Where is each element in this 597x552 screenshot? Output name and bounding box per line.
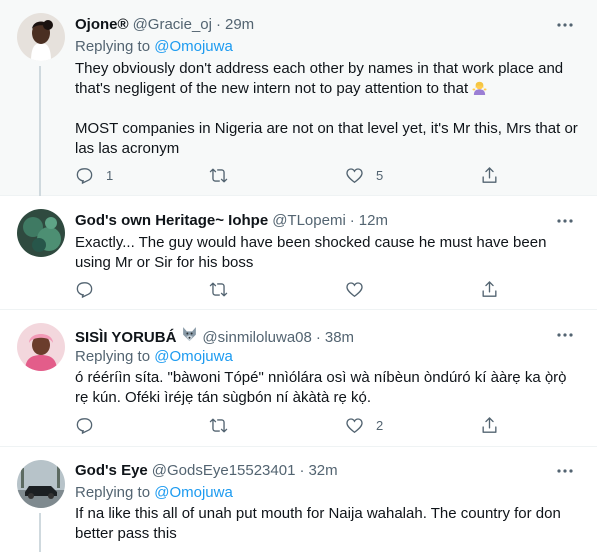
tweet-heritage[interactable]: God's own Heritage~ Iohpe @TLopemi · 12m… bbox=[0, 196, 597, 310]
share-button[interactable] bbox=[480, 279, 499, 299]
avatar[interactable] bbox=[17, 13, 65, 61]
tweet-paragraph: If na like this all of unah put mouth fo… bbox=[75, 505, 561, 542]
avatar[interactable] bbox=[17, 460, 65, 508]
wolf-emoji-icon bbox=[183, 327, 197, 341]
replying-prefix: Replying to bbox=[75, 348, 151, 365]
thread-line bbox=[39, 513, 41, 552]
timestamp[interactable]: 32m bbox=[308, 461, 337, 481]
separator-dot: · bbox=[299, 462, 305, 479]
mention-link[interactable]: @Omojuwa bbox=[154, 38, 233, 55]
like-button[interactable]: 5 bbox=[345, 165, 383, 185]
reply-icon bbox=[76, 167, 93, 184]
reply-button[interactable]: 1 bbox=[75, 165, 113, 185]
tweet-paragraph: MOST companies in Nigeria are not on tha… bbox=[75, 120, 578, 157]
user-handle[interactable]: @GodsEye15523401 bbox=[152, 461, 296, 481]
reply-button[interactable] bbox=[75, 415, 106, 435]
like-icon bbox=[346, 417, 363, 433]
more-icon[interactable] bbox=[555, 325, 575, 345]
like-button[interactable] bbox=[345, 279, 376, 299]
more-icon[interactable] bbox=[555, 211, 575, 231]
share-button[interactable] bbox=[480, 415, 499, 435]
reply-icon bbox=[76, 281, 93, 298]
replying-prefix: Replying to bbox=[75, 484, 151, 501]
tweet-text: Exactly... The guy would have been shock… bbox=[75, 233, 580, 273]
display-name[interactable]: God's own Heritage~ Iohpe bbox=[75, 211, 268, 231]
separator-dot: · bbox=[349, 212, 355, 229]
replying-to: Replying to @Omojuwa bbox=[75, 483, 233, 503]
avatar[interactable] bbox=[17, 209, 65, 257]
shrug-emoji-icon bbox=[472, 81, 487, 95]
more-icon[interactable] bbox=[555, 461, 575, 481]
user-handle[interactable]: @TLopemi bbox=[272, 211, 346, 231]
tweet-header: God's Eye @GodsEye15523401 · 32m bbox=[75, 461, 338, 481]
timestamp[interactable]: 12m bbox=[359, 211, 388, 231]
retweet-icon bbox=[209, 167, 228, 183]
share-icon bbox=[482, 280, 497, 297]
like-icon bbox=[346, 281, 363, 297]
tweet-header: God's own Heritage~ Iohpe @TLopemi · 12m bbox=[75, 211, 388, 231]
tweet-header: SISÌI YORUBÁ @sinmiloluwa08 · 38m bbox=[75, 325, 354, 348]
share-icon bbox=[482, 416, 497, 433]
retweet-button[interactable] bbox=[209, 279, 240, 299]
tweet-paragraph: Exactly... The guy would have been shock… bbox=[75, 234, 547, 271]
display-name[interactable]: SISÌI YORUBÁ bbox=[75, 328, 176, 348]
like-icon bbox=[346, 167, 363, 183]
display-name[interactable]: God's Eye bbox=[75, 461, 148, 481]
action-bar: 1 5 bbox=[75, 165, 505, 185]
user-handle[interactable]: @sinmiloluwa08 bbox=[202, 328, 311, 348]
tweet-paragraph: ó rééríìn síta. "bàwoni Tópé" nnìólára o… bbox=[75, 369, 567, 406]
action-bar bbox=[75, 279, 505, 299]
tweet-text: ó rééríìn síta. "bàwoni Tópé" nnìólára o… bbox=[75, 368, 580, 408]
thread-line bbox=[39, 66, 41, 196]
share-button[interactable] bbox=[480, 165, 499, 185]
separator-dot: · bbox=[216, 16, 221, 33]
tweet-text: They obviously don't address each other … bbox=[75, 59, 580, 159]
tweet-ojone[interactable]: Ojone® @Gracie_oj · 29m Replying to @Omo… bbox=[0, 0, 597, 196]
tweet-gods-eye[interactable]: God's Eye @GodsEye15523401 · 32m Replyin… bbox=[0, 447, 597, 552]
retweet-button[interactable] bbox=[209, 165, 240, 185]
reply-count: 1 bbox=[106, 167, 114, 183]
replying-to: Replying to @Omojuwa bbox=[75, 37, 233, 57]
tweet-sisii-yoruba[interactable]: SISÌI YORUBÁ @sinmiloluwa08 · 38m Replyi… bbox=[0, 310, 597, 447]
retweet-icon bbox=[209, 417, 228, 433]
mention-link[interactable]: @Omojuwa bbox=[154, 484, 233, 501]
mention-link[interactable]: @Omojuwa bbox=[154, 348, 233, 365]
like-count: 5 bbox=[376, 167, 384, 183]
replying-to: Replying to @Omojuwa bbox=[75, 347, 233, 367]
action-bar: 2 bbox=[75, 415, 505, 435]
timestamp[interactable]: 38m bbox=[325, 328, 354, 348]
tweet-text: If na like this all of unah put mouth fo… bbox=[75, 504, 580, 544]
replying-prefix: Replying to bbox=[75, 38, 151, 55]
display-name[interactable]: Ojone® bbox=[75, 15, 129, 35]
timestamp[interactable]: 29m bbox=[225, 15, 254, 35]
avatar[interactable] bbox=[17, 323, 65, 371]
tweet-paragraph: They obviously don't address each other … bbox=[75, 60, 564, 97]
retweet-button[interactable] bbox=[209, 415, 240, 435]
retweet-icon bbox=[209, 281, 228, 297]
reply-button[interactable] bbox=[75, 279, 106, 299]
tweet-header: Ojone® @Gracie_oj · 29m bbox=[75, 15, 254, 35]
reply-icon bbox=[76, 417, 93, 434]
separator-dot: · bbox=[315, 329, 321, 346]
like-count: 2 bbox=[376, 417, 384, 433]
user-handle[interactable]: @Gracie_oj bbox=[133, 15, 212, 35]
like-button[interactable]: 2 bbox=[345, 415, 383, 435]
share-icon bbox=[482, 166, 497, 183]
more-icon[interactable] bbox=[555, 15, 575, 35]
